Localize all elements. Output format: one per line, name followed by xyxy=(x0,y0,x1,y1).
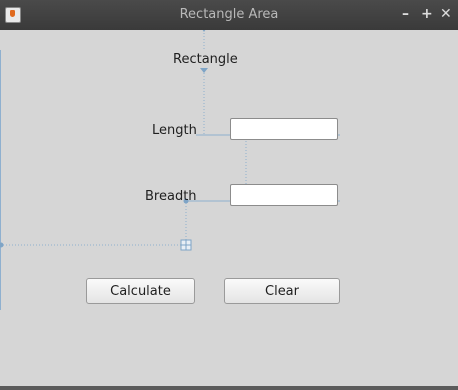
calculate-button[interactable]: Calculate xyxy=(86,278,195,304)
clear-button[interactable]: Clear xyxy=(224,278,340,304)
rectangle-heading: Rectangle xyxy=(173,52,238,67)
minimize-button[interactable]: – xyxy=(402,6,409,22)
window-title: Rectangle Area xyxy=(179,7,279,22)
maximize-button[interactable]: + xyxy=(421,6,433,22)
close-button[interactable]: ✕ xyxy=(440,6,452,22)
layout-guides xyxy=(0,30,340,310)
length-label: Length xyxy=(152,123,197,138)
length-input[interactable] xyxy=(230,118,338,140)
breadth-label: Breadth xyxy=(145,189,197,204)
breadth-input[interactable] xyxy=(230,184,338,206)
app-window: Rectangle Area – + ✕ Rectangle Length Br… xyxy=(0,0,458,390)
window-bottom-border xyxy=(0,386,458,390)
content-panel: Rectangle Length Breadth Calculate Clear xyxy=(0,30,458,390)
title-bar[interactable]: Rectangle Area – + ✕ xyxy=(0,0,458,30)
